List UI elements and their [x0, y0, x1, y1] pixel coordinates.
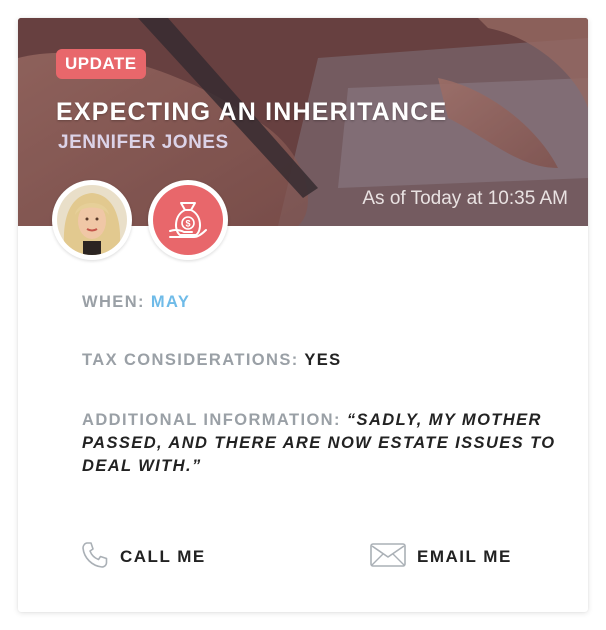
- tax-value: YES: [304, 351, 342, 369]
- money-bag-icon: $: [169, 202, 207, 238]
- timestamp: As of Today at 10:35 AM: [362, 188, 568, 209]
- call-me-label: CALL ME: [120, 547, 206, 566]
- update-badge: UPDATE: [56, 49, 146, 79]
- envelope-icon: [369, 540, 407, 575]
- when-row: WHEN: MAY: [82, 291, 190, 314]
- email-me-button[interactable]: EMAIL ME: [369, 540, 512, 574]
- svg-text:$: $: [185, 219, 190, 229]
- when-label: WHEN:: [82, 293, 145, 311]
- additional-info-label: ADDITIONAL INFORMATION:: [82, 411, 341, 429]
- card-title: EXPECTING AN INHERITANCE: [56, 98, 448, 126]
- email-me-label: EMAIL ME: [417, 547, 512, 566]
- call-me-button[interactable]: CALL ME: [80, 540, 206, 574]
- avatar-photo: [57, 185, 127, 255]
- tax-row: TAX CONSIDERATIONS: YES: [82, 349, 342, 372]
- phone-icon: [80, 540, 110, 575]
- client-name: JENNIFER JONES: [58, 132, 229, 153]
- inheritance-update-card: UPDATE EXPECTING AN INHERITANCE JENNIFER…: [18, 18, 588, 612]
- when-value: MAY: [150, 293, 191, 311]
- tax-label: TAX CONSIDERATIONS:: [82, 351, 299, 369]
- additional-info-row: ADDITIONAL INFORMATION: “SADLY, MY MOTHE…: [82, 409, 572, 478]
- category-circle: $: [153, 185, 223, 255]
- category-badge: $: [148, 180, 228, 260]
- client-avatar[interactable]: [52, 180, 132, 260]
